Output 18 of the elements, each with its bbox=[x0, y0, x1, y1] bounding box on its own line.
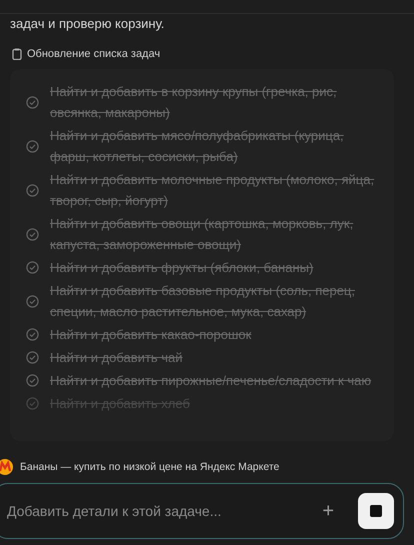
task-text: Найти и добавить в корзину крупы (гречка, рис, овсянка, макароны) bbox=[50, 83, 338, 122]
task-text: Найти и добавить молочные продукты (молоко, яйца, творог, сыр, йогурт) bbox=[50, 171, 376, 210]
add-button[interactable]: + bbox=[322, 500, 334, 522]
task-text: Найти и добавить фрукты (яблоки, бананы) bbox=[50, 259, 314, 277]
site-favicon-icon bbox=[0, 459, 13, 475]
stop-button[interactable] bbox=[358, 493, 394, 529]
message-text: задач и проверю корзину. bbox=[9, 15, 166, 31]
task-text: Найти и добавить базовые продукты (соль, перец, специи, масло растительное, мука, сахар) bbox=[50, 282, 356, 321]
task-text: Найти и добавить пирожные/печенье/сладости к чаю bbox=[50, 372, 372, 390]
page-title-link[interactable]: Бананы — купить по низкой цене на Яндекс Маркете bbox=[20, 461, 280, 473]
section-label: Обновление списка задач bbox=[27, 48, 160, 60]
stop-icon bbox=[370, 505, 382, 517]
message-input[interactable]: Добавить детали к этой задаче... + bbox=[0, 483, 404, 539]
task-text: Найти и добавить чай bbox=[50, 349, 183, 367]
task-text: Найти и добавить овощи (картошка, морковь, лук, капуста, замороженные овощи) bbox=[50, 215, 354, 254]
clipboard-icon bbox=[12, 48, 22, 60]
task-text: Найти и добавить какао-порошок bbox=[50, 326, 252, 344]
task-text: Найти и добавить мясо/полуфабрикаты (курица, фарш, котлеты, сосиски, рыба) bbox=[50, 127, 345, 166]
